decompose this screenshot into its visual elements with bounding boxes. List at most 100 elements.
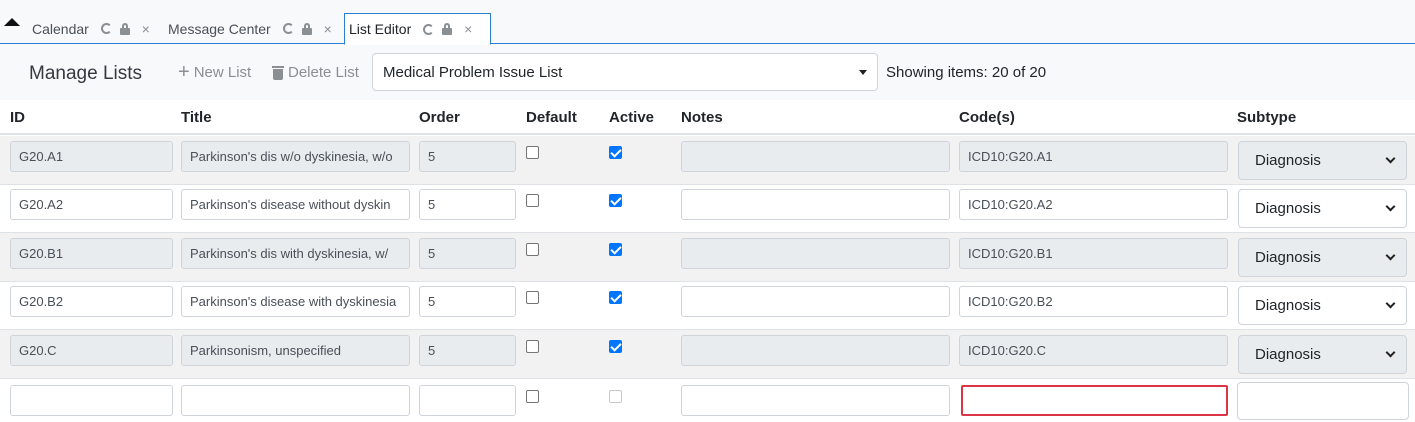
subtype-value: Diagnosis [1255, 200, 1321, 217]
default-checkbox[interactable] [526, 390, 539, 403]
chevron-down-icon [1385, 347, 1396, 358]
col-order: Order [419, 109, 460, 126]
new-list-button[interactable]: + New List [178, 61, 252, 83]
plus-icon: + [178, 61, 190, 83]
subtype-select[interactable]: Diagnosis [1238, 286, 1407, 325]
subtype-value: Diagnosis [1255, 346, 1321, 363]
lock-icon[interactable] [301, 22, 314, 35]
id-input[interactable]: G20.A1 [10, 141, 173, 172]
list-select-value: Medical Problem Issue List [383, 63, 563, 81]
active-checkbox[interactable] [609, 146, 622, 159]
tab-label: Message Center [168, 20, 271, 37]
close-icon[interactable]: × [322, 22, 334, 36]
chevron-down-icon [1385, 250, 1396, 261]
id-input[interactable]: G20.B2 [10, 286, 173, 317]
chevron-down-icon [1385, 153, 1396, 164]
subtype-select[interactable]: Diagnosis [1238, 335, 1407, 374]
lock-icon[interactable] [442, 23, 454, 35]
new-row [0, 379, 1415, 422]
codes-input[interactable]: ICD10:G20.B2 [959, 286, 1228, 317]
subtype-select[interactable]: Diagnosis [1238, 238, 1407, 277]
default-checkbox[interactable] [526, 194, 539, 207]
order-input[interactable]: 5 [419, 238, 516, 269]
delete-list-label: Delete List [288, 64, 359, 81]
subtype-select[interactable] [1237, 382, 1409, 420]
codes-input[interactable]: ICD10:G20.B1 [959, 238, 1228, 269]
title-input[interactable]: Parkinsonism, unspecified [181, 335, 410, 366]
codes-input[interactable]: ICD10:G20.A2 [959, 189, 1228, 220]
trash-icon [272, 65, 284, 80]
tab-label: Calendar [32, 20, 89, 37]
id-input[interactable] [10, 385, 173, 416]
active-checkbox[interactable] [609, 291, 622, 304]
col-id: ID [10, 109, 25, 126]
tab-message-center[interactable]: Message Center × [164, 13, 334, 44]
subtype-value: Diagnosis [1255, 297, 1321, 314]
active-checkbox[interactable] [609, 390, 622, 403]
active-checkbox[interactable] [609, 243, 622, 256]
refresh-icon[interactable] [100, 23, 112, 34]
order-input[interactable]: 5 [419, 335, 516, 366]
chevron-down-icon [1385, 201, 1396, 212]
page-title: Manage Lists [29, 63, 143, 84]
col-active: Active [609, 109, 655, 126]
tab-bar: Calendar × Message Center × List Editor … [0, 0, 1415, 45]
notes-input[interactable] [681, 141, 950, 172]
codes-input[interactable] [961, 385, 1228, 416]
order-input[interactable] [419, 385, 516, 416]
order-input[interactable]: 5 [419, 189, 516, 220]
default-checkbox[interactable] [526, 243, 539, 256]
col-title: Title [181, 109, 212, 126]
notes-input[interactable] [681, 385, 950, 416]
title-input[interactable]: Parkinson's disease with dyskinesia [181, 286, 410, 317]
delete-list-button[interactable]: Delete List [272, 64, 359, 81]
subtype-select[interactable]: Diagnosis [1238, 189, 1407, 228]
col-codes: Code(s) [959, 109, 1015, 126]
subtype-select[interactable]: Diagnosis [1238, 141, 1407, 180]
table-row: G20.C Parkinsonism, unspecified 5 ICD10:G20… [0, 330, 1415, 379]
default-checkbox[interactable] [526, 291, 539, 304]
title-input[interactable]: Parkinson's dis with dyskinesia, w/ [181, 238, 410, 269]
codes-input[interactable]: ICD10:G20.C [959, 335, 1228, 366]
default-checkbox[interactable] [526, 146, 539, 159]
active-checkbox[interactable] [609, 194, 622, 207]
subtype-value: Diagnosis [1255, 249, 1321, 266]
id-input[interactable]: G20.C [10, 335, 173, 366]
active-checkbox[interactable] [609, 340, 622, 353]
notes-input[interactable] [681, 286, 950, 317]
chevron-down-icon [1385, 298, 1396, 309]
item-count: Showing items: 20 of 20 [886, 64, 1047, 81]
col-notes: Notes [681, 109, 723, 126]
notes-input[interactable] [681, 189, 950, 220]
title-input[interactable] [181, 385, 410, 416]
tab-list-editor[interactable]: List Editor × [344, 13, 491, 45]
list-select[interactable]: Medical Problem Issue List [372, 53, 878, 91]
notes-input[interactable] [681, 238, 950, 269]
default-checkbox[interactable] [526, 340, 539, 353]
col-default: Default [526, 109, 577, 126]
new-list-label: New List [193, 64, 252, 81]
refresh-icon[interactable] [423, 23, 435, 35]
lock-icon[interactable] [119, 22, 132, 35]
tab-calendar[interactable]: Calendar × [28, 13, 152, 44]
col-subtype: Subtype [1237, 109, 1297, 126]
id-input[interactable]: G20.B1 [10, 238, 173, 269]
tab-label: List Editor [349, 21, 412, 37]
refresh-icon[interactable] [282, 23, 294, 34]
order-input[interactable]: 5 [419, 141, 516, 172]
caret-down-icon [859, 69, 867, 75]
title-input[interactable]: Parkinson's dis w/o dyskinesia, w/o [181, 141, 410, 172]
title-input[interactable]: Parkinson's disease without dyskin [181, 189, 410, 220]
toolbar: Manage Lists + New List Delete List Medi… [0, 44, 1415, 100]
subtype-value: Diagnosis [1255, 152, 1321, 169]
table-row: G20.B1 Parkinson's dis with dyskinesia, w… [0, 233, 1415, 282]
codes-input[interactable]: ICD10:G20.A1 [959, 141, 1228, 172]
id-input[interactable]: G20.A2 [10, 189, 173, 220]
collapse-up-icon[interactable] [4, 18, 20, 26]
table-row: G20.A2 Parkinson's disease without dyskin… [0, 184, 1415, 233]
close-icon[interactable]: × [140, 22, 152, 36]
order-input[interactable]: 5 [419, 286, 516, 317]
close-icon[interactable]: × [462, 22, 474, 36]
table-row: G20.B2 Parkinson's disease with dyskinesi… [0, 281, 1415, 330]
notes-input[interactable] [681, 335, 950, 366]
